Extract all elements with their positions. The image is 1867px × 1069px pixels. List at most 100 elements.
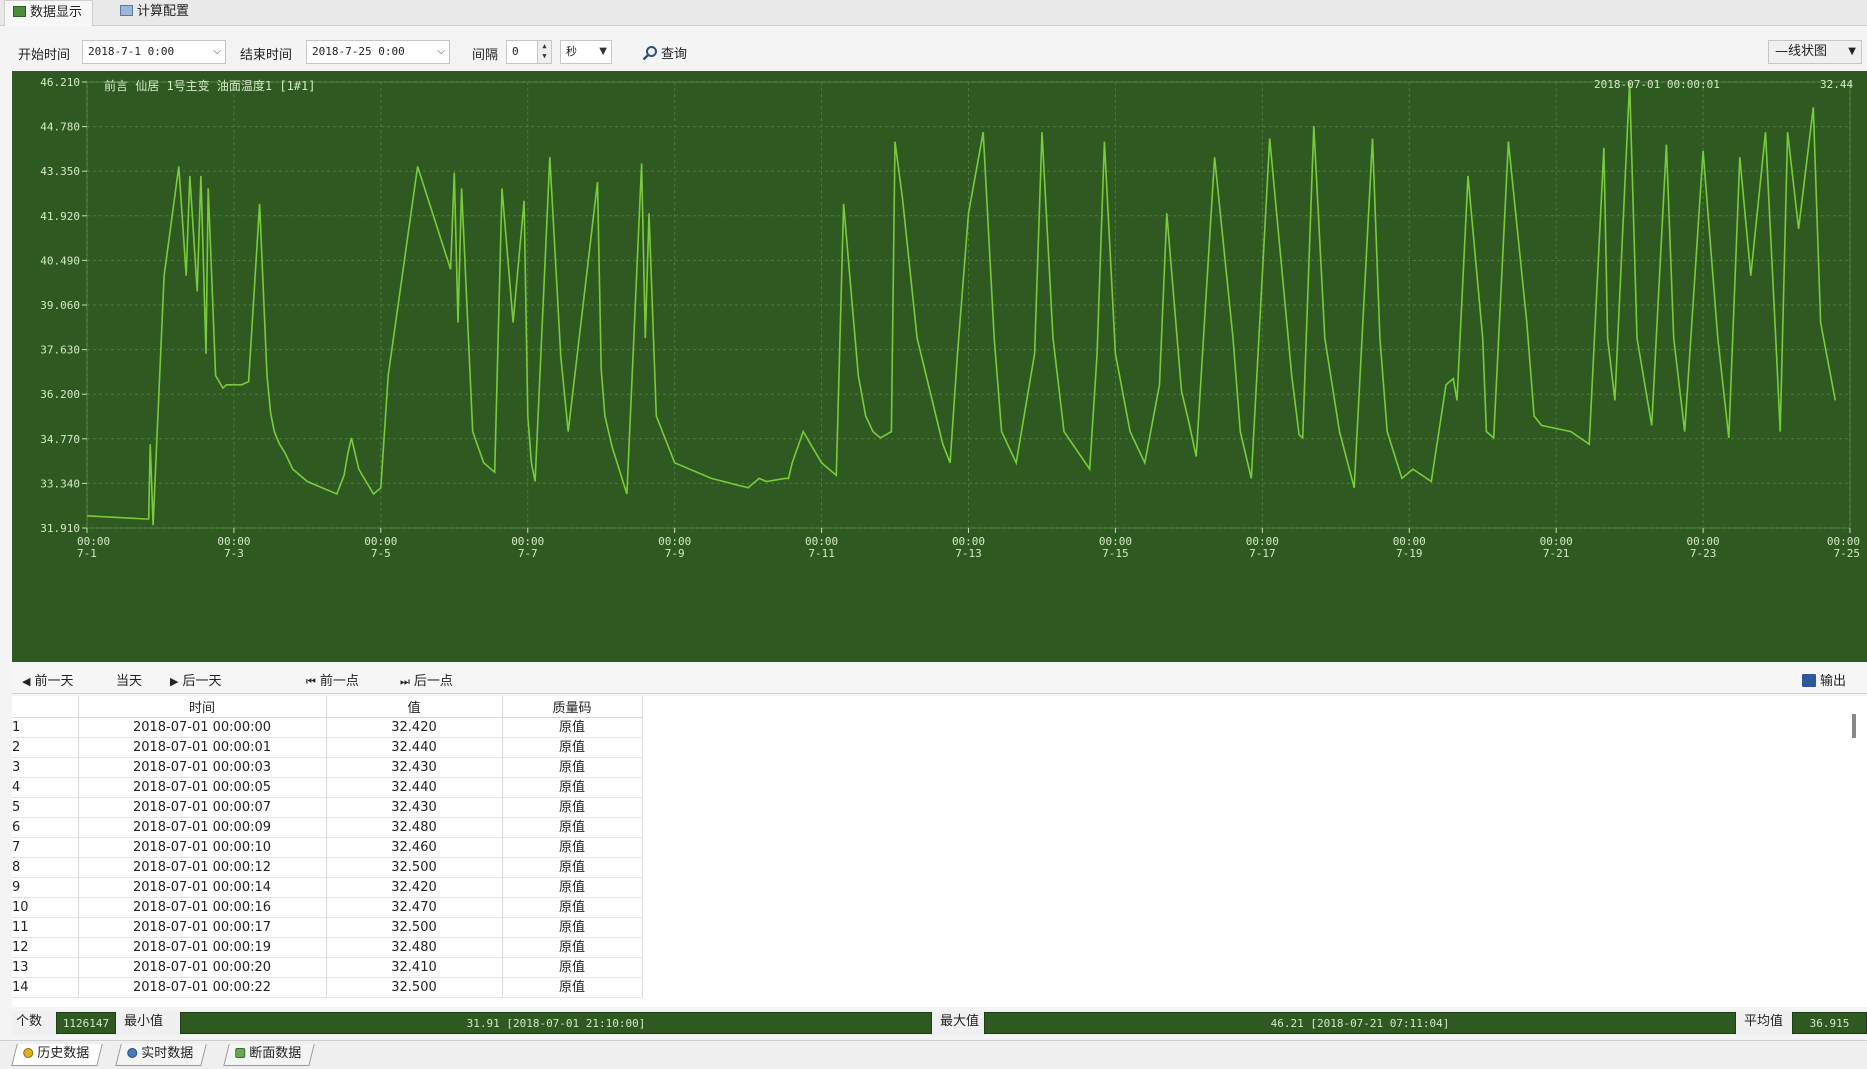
- next-day-label: 后一天: [182, 674, 222, 689]
- stepper-arrows-icon[interactable]: ▲ ▼: [537, 41, 551, 63]
- caret-down-icon[interactable]: ▼: [599, 41, 607, 63]
- x-tick-label-date: 7-21: [1543, 547, 1570, 560]
- vertical-scrollbar[interactable]: [1852, 714, 1856, 738]
- interval-stepper[interactable]: 0 ▲ ▼: [506, 40, 552, 64]
- y-tick-label: 36.200: [40, 388, 80, 401]
- table-row[interactable]: 1 2018-07-01 00:00:00 32.420 原值: [12, 717, 643, 738]
- export-button[interactable]: 输出: [1802, 670, 1846, 689]
- y-tick-label: 41.920: [40, 210, 80, 223]
- row-value: 32.420: [326, 717, 503, 738]
- x-tick-label-date: 7-19: [1396, 547, 1423, 560]
- row-time: 2018-07-01 00:00:19: [78, 937, 327, 958]
- chart-anchor: [12, 71, 13, 72]
- table-row[interactable]: 4 2018-07-01 00:00:05 32.440 原值: [12, 777, 643, 798]
- x-tick-label-date: 7-3: [224, 547, 244, 560]
- interval-label: 间隔: [472, 48, 499, 63]
- row-time: 2018-07-01 00:00:22: [78, 977, 327, 998]
- row-index: 12: [12, 937, 79, 958]
- chart-mode-dropdown[interactable]: —线状图 ▼: [1768, 40, 1862, 64]
- prev-point-button[interactable]: ⏮ 前一点: [306, 670, 359, 689]
- start-time-value: 2018-7-1 0:00: [88, 45, 175, 58]
- next-point-button[interactable]: ⏭ 后一点: [400, 670, 453, 689]
- skip-forward-icon: ⏭: [400, 675, 410, 688]
- table-row[interactable]: 14 2018-07-01 00:00:22 32.500 原值: [12, 977, 643, 998]
- navigation-bar: ◀ 前一天 当天 ▶ 后一天 ⏮ 前一点 ⏭ 后一点 输出: [12, 664, 1867, 694]
- realtime-icon: [127, 1048, 138, 1058]
- export-label: 输出: [1820, 674, 1847, 689]
- chevron-down-icon[interactable]: ⌵: [437, 41, 445, 63]
- row-quality: 原值: [502, 837, 643, 858]
- col-header-value[interactable]: 值: [326, 696, 503, 718]
- tab-realtime-data[interactable]: 实时数据: [115, 1044, 207, 1066]
- row-quality: 原值: [502, 917, 643, 938]
- table-row[interactable]: 2 2018-07-01 00:00:01 32.440 原值: [12, 737, 643, 758]
- y-tick-label: 46.210: [40, 76, 80, 89]
- x-tick-label-date: 7-17: [1249, 547, 1276, 560]
- table-row[interactable]: 6 2018-07-01 00:00:09 32.480 原值: [12, 817, 643, 838]
- table-row[interactable]: 9 2018-07-01 00:00:14 32.420 原值: [12, 877, 643, 898]
- end-time-input[interactable]: 2018-7-25 0:00 ⌵: [306, 40, 450, 64]
- col-header-index[interactable]: [12, 696, 79, 718]
- count-label: 个数: [16, 1014, 43, 1029]
- row-quality: 原值: [502, 777, 643, 798]
- today-button[interactable]: 当天: [116, 670, 142, 689]
- chart-mode-label: —线状图: [1775, 44, 1828, 59]
- row-value: 32.470: [326, 897, 503, 918]
- x-tick-label-date: 7-1: [77, 547, 97, 560]
- trend-chart-svg[interactable]: 31.910 33.340 34.770 36.200 37.630 39.060 40.4…: [12, 71, 1867, 662]
- x-tick-label-date: 7-5: [371, 547, 391, 560]
- table-row[interactable]: 3 2018-07-01 00:00:03 32.430 原值: [12, 757, 643, 778]
- table-row[interactable]: 12 2018-07-01 00:00:19 32.480 原值: [12, 937, 643, 958]
- row-quality: 原值: [502, 977, 643, 998]
- tab-calc-config-label: 计算配置: [137, 4, 190, 19]
- table-row[interactable]: 11 2018-07-01 00:00:17 32.500 原值: [12, 917, 643, 938]
- trend-chart[interactable]: 31.910 33.340 34.770 36.200 37.630 39.060 40.4…: [12, 71, 1867, 662]
- row-time: 2018-07-01 00:00:00: [78, 717, 327, 738]
- data-table: 时间 值 质量码 1 2018-07-01 00:00:00 32.420 原值 2 20…: [12, 696, 643, 998]
- prev-day-button[interactable]: ◀ 前一天: [22, 670, 73, 689]
- row-time: 2018-07-01 00:00:07: [78, 797, 327, 818]
- max-value: 46.21 [2018-07-21 07:11:04]: [984, 1012, 1736, 1034]
- today-label: 当天: [116, 674, 143, 689]
- table-row[interactable]: 8 2018-07-01 00:00:12 32.500 原值: [12, 857, 643, 878]
- skip-back-icon: ⏮: [306, 675, 316, 688]
- interval-unit-select[interactable]: 秒 ▼: [560, 40, 612, 64]
- query-button[interactable]: 查询: [642, 43, 687, 62]
- row-value: 32.460: [326, 837, 503, 858]
- caret-down-icon: ▼: [1848, 46, 1856, 57]
- y-tick-label: 39.060: [40, 299, 80, 312]
- max-label: 最大值: [940, 1014, 980, 1029]
- tab-history-data[interactable]: 历史数据: [11, 1044, 103, 1066]
- table-row[interactable]: 5 2018-07-01 00:00:07 32.430 原值: [12, 797, 643, 818]
- start-time-input[interactable]: 2018-7-1 0:00 ⌵: [82, 40, 226, 64]
- chevron-down-icon[interactable]: ⌵: [213, 41, 221, 63]
- interval-unit-value: 秒: [566, 45, 577, 58]
- tab-section-label: 断面数据: [249, 1046, 302, 1061]
- next-day-button[interactable]: ▶ 后一天: [170, 670, 221, 689]
- row-quality: 原值: [502, 817, 643, 838]
- table-row[interactable]: 13 2018-07-01 00:00:20 32.410 原值: [12, 957, 643, 978]
- x-tick-label-date: 7-23: [1690, 547, 1717, 560]
- col-header-time[interactable]: 时间: [78, 696, 327, 718]
- tab-data-display-label: 数据显示: [30, 5, 83, 20]
- table-row[interactable]: 7 2018-07-01 00:00:10 32.460 原值: [12, 837, 643, 858]
- history-icon: [23, 1048, 34, 1058]
- tab-section-data[interactable]: 断面数据: [223, 1044, 315, 1066]
- row-index: 6: [12, 817, 79, 838]
- x-tick-label-date: 7-7: [518, 547, 538, 560]
- row-value: 32.430: [326, 797, 503, 818]
- x-tick-label-date: 7-13: [955, 547, 982, 560]
- tab-calc-config[interactable]: 计算配置: [112, 0, 199, 26]
- row-value: 32.420: [326, 877, 503, 898]
- triangle-right-icon: ▶: [170, 675, 179, 688]
- start-time-label: 开始时间: [18, 48, 71, 63]
- y-tick-label: 37.630: [40, 344, 80, 357]
- interval-value: 0: [512, 45, 519, 58]
- col-header-quality[interactable]: 质量码: [502, 696, 643, 718]
- row-time: 2018-07-01 00:00:12: [78, 857, 327, 878]
- next-point-label: 后一点: [413, 674, 453, 689]
- tab-data-display[interactable]: 数据显示: [4, 0, 94, 26]
- table-row[interactable]: 10 2018-07-01 00:00:16 32.470 原值: [12, 897, 643, 918]
- y-tick-label: 33.340: [40, 477, 80, 490]
- row-quality: 原值: [502, 757, 643, 778]
